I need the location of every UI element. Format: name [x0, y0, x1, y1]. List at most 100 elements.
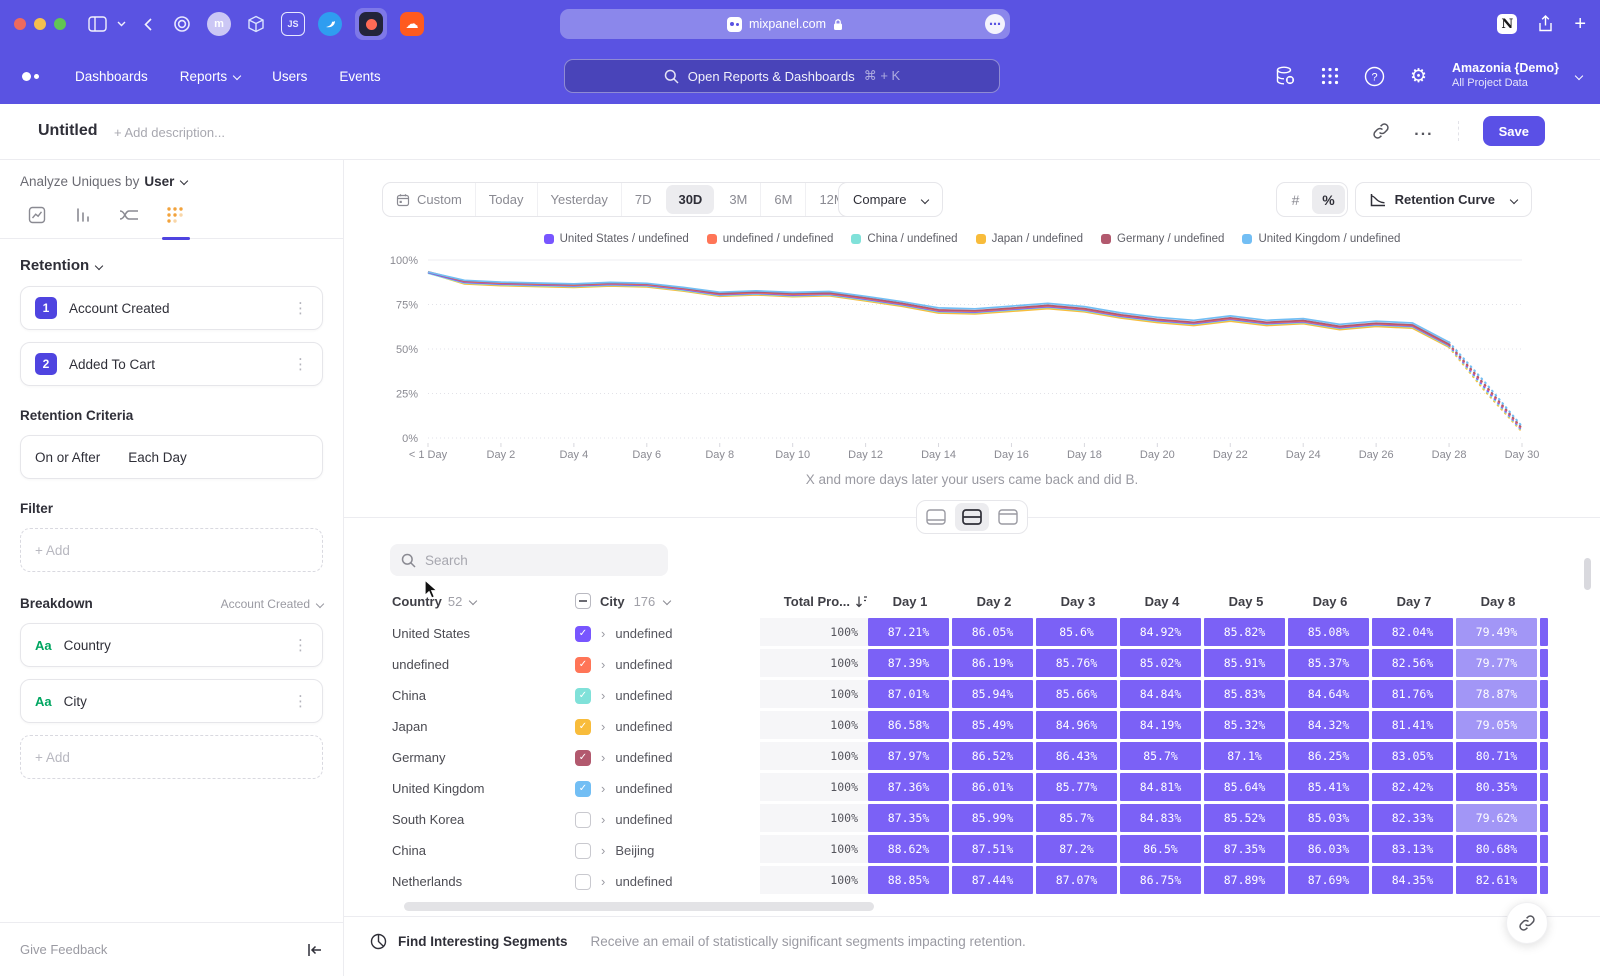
legend-item[interactable]: United States / undefined	[544, 233, 689, 245]
nav-users[interactable]: Users	[272, 69, 307, 84]
horizontal-scrollbar[interactable]	[404, 902, 874, 911]
close-window-button[interactable]	[14, 18, 26, 30]
retention-cell[interactable]: 87.89%	[1204, 866, 1285, 894]
segments-title[interactable]: Find Interesting Segments	[398, 934, 568, 949]
retention-cell[interactable]: 79.05%	[1456, 711, 1537, 739]
notion-icon[interactable]: N	[1497, 14, 1517, 34]
range-custom[interactable]: Custom	[383, 183, 475, 216]
apps-grid-icon[interactable]	[1321, 67, 1339, 85]
step-card-1[interactable]: 1 Account Created ⋮	[20, 286, 323, 330]
retention-cell[interactable]: 85.7%	[1120, 742, 1201, 770]
country-cell[interactable]: United Kingdom	[380, 773, 575, 804]
retention-cell[interactable]: 84.83%	[1120, 804, 1201, 832]
retention-cell[interactable]: 88.62%	[868, 835, 949, 863]
country-cell[interactable]: China	[380, 835, 575, 866]
city-column-header[interactable]: City176	[575, 593, 760, 609]
retention-cell[interactable]: 87.44%	[952, 866, 1033, 894]
give-feedback-link[interactable]: Give Feedback	[20, 942, 107, 957]
retention-cell[interactable]: 85.94%	[952, 680, 1033, 708]
layout-chart-only-button[interactable]	[919, 503, 953, 531]
retention-cell[interactable]: 87.35%	[868, 804, 949, 832]
criteria-mode[interactable]: On or After	[35, 450, 100, 465]
expand-chevron-icon[interactable]: ›	[601, 688, 605, 703]
chevron-down-icon[interactable]	[117, 21, 126, 27]
save-button[interactable]: Save	[1483, 116, 1545, 146]
expand-chevron-icon[interactable]: ›	[601, 874, 605, 889]
retention-cell[interactable]: 86.52%	[952, 742, 1033, 770]
copy-link-icon[interactable]	[1372, 122, 1390, 140]
retention-cell[interactable]: 79.62%	[1456, 804, 1537, 832]
range-7d[interactable]: 7D	[621, 183, 665, 216]
more-options-icon[interactable]: ...	[1414, 122, 1433, 140]
day-column-header[interactable]: Day 3	[1036, 594, 1120, 609]
address-bar[interactable]: mixpanel.com ⋯	[560, 9, 1010, 39]
back-icon[interactable]	[144, 18, 152, 31]
row-checkbox[interactable]: ✓	[575, 626, 591, 642]
retention-cell[interactable]: 83.05%	[1372, 742, 1453, 770]
analyze-value-dropdown[interactable]: User	[144, 174, 187, 189]
unit-percent-button[interactable]: %	[1312, 185, 1345, 214]
retention-cell[interactable]: 81.41%	[1372, 711, 1453, 739]
retention-cell[interactable]: 87.1%	[1204, 742, 1285, 770]
retention-cell[interactable]: 84.92%	[1120, 618, 1201, 646]
retention-cell[interactable]: 87.39%	[868, 649, 949, 677]
country-cell[interactable]: Germany	[380, 742, 575, 773]
tab-funnels[interactable]	[72, 205, 94, 225]
breakdown-card-country[interactable]: Aa Country ⋮	[20, 623, 323, 667]
retention-cell[interactable]: 84.19%	[1120, 711, 1201, 739]
row-checkbox[interactable]: ✓	[575, 750, 591, 766]
retention-cell[interactable]: 86.01%	[952, 773, 1033, 801]
expand-chevron-icon[interactable]: ›	[601, 719, 605, 734]
retention-cell[interactable]: 85.02%	[1120, 649, 1201, 677]
retention-cell[interactable]: 85.7%	[1036, 804, 1117, 832]
legend-item[interactable]: United Kingdom / undefined	[1242, 233, 1400, 245]
retention-cell[interactable]: 82.61%	[1456, 866, 1537, 894]
kebab-menu-icon[interactable]: ⋮	[293, 357, 308, 372]
retention-cell[interactable]: 82.04%	[1372, 618, 1453, 646]
country-cell[interactable]: Netherlands	[380, 866, 575, 897]
retention-cell[interactable]: 85.49%	[952, 711, 1033, 739]
retention-cell[interactable]: 85.6%	[1036, 618, 1117, 646]
retention-cell[interactable]: 81.76%	[1372, 680, 1453, 708]
unit-count-button[interactable]: #	[1279, 185, 1312, 214]
retention-cell[interactable]: 83.13%	[1372, 835, 1453, 863]
retention-cell[interactable]: 85.82%	[1204, 618, 1285, 646]
report-title[interactable]: Untitled	[38, 122, 98, 140]
retention-cell[interactable]: 85.64%	[1204, 773, 1285, 801]
retention-cell[interactable]: 85.66%	[1036, 680, 1117, 708]
row-checkbox[interactable]: ✓	[575, 688, 591, 704]
table-search-input[interactable]: Search	[390, 544, 668, 576]
day-column-header[interactable]: Day 5	[1204, 594, 1288, 609]
expand-chevron-icon[interactable]: ›	[601, 657, 605, 672]
retention-criteria-card[interactable]: On or After Each Day	[20, 435, 323, 479]
nav-dashboards[interactable]: Dashboards	[75, 69, 148, 84]
legend-item[interactable]: China / undefined	[851, 233, 957, 245]
retention-cell[interactable]: 80.68%	[1456, 835, 1537, 863]
ring-favicon[interactable]	[170, 12, 194, 36]
retention-cell[interactable]: 85.99%	[952, 804, 1033, 832]
legend-item[interactable]: undefined / undefined	[707, 233, 834, 245]
retention-cell[interactable]: 87.01%	[868, 680, 949, 708]
range-today[interactable]: Today	[475, 183, 537, 216]
retention-cell[interactable]: 84.96%	[1036, 711, 1117, 739]
retention-cell[interactable]: 82.33%	[1372, 804, 1453, 832]
retention-cell[interactable]: 86.75%	[1120, 866, 1201, 894]
retention-cell[interactable]: 84.64%	[1288, 680, 1369, 708]
expand-chevron-icon[interactable]: ›	[601, 626, 605, 641]
mixpanel-logo[interactable]	[22, 72, 39, 81]
expand-chevron-icon[interactable]: ›	[601, 812, 605, 827]
retention-cell[interactable]: 85.77%	[1036, 773, 1117, 801]
zoom-window-button[interactable]	[54, 18, 66, 30]
day-column-header[interactable]: Day 1	[868, 594, 952, 609]
expand-chevron-icon[interactable]: ›	[601, 843, 605, 858]
retention-cell[interactable]: 85.32%	[1204, 711, 1285, 739]
range-yesterday[interactable]: Yesterday	[537, 183, 621, 216]
retention-cell[interactable]: 82.42%	[1372, 773, 1453, 801]
range-3m[interactable]: 3M	[716, 183, 760, 216]
tab-insights[interactable]	[26, 205, 48, 225]
retention-section-header[interactable]: Retention	[20, 257, 323, 274]
retention-chart[interactable]: 0%25%50%75%100%< 1 DayDay 2Day 4Day 6Day…	[378, 248, 1558, 470]
retention-cell[interactable]: 79.77%	[1456, 649, 1537, 677]
retention-cell[interactable]: 82.56%	[1372, 649, 1453, 677]
row-checkbox[interactable]	[575, 843, 591, 859]
